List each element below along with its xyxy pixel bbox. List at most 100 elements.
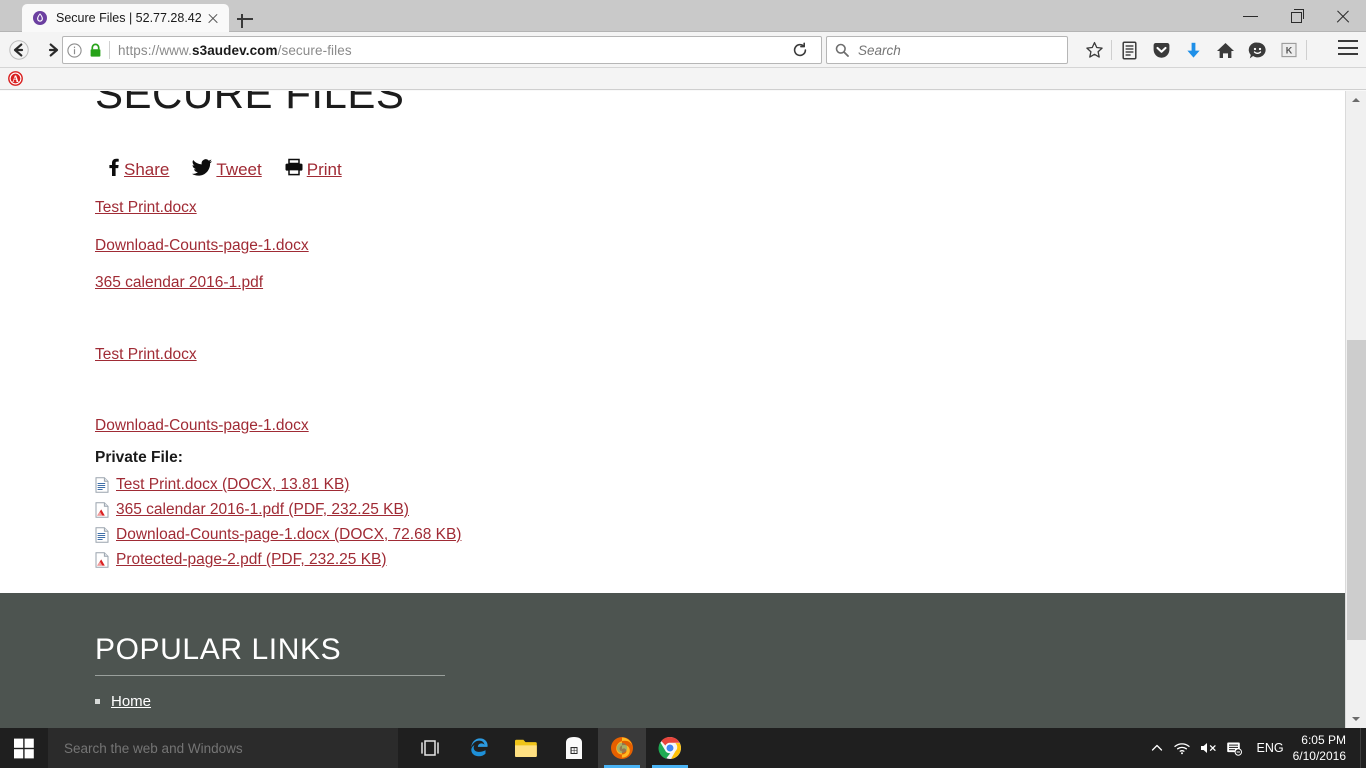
page-title: SECURE FILES <box>95 91 405 117</box>
list-item[interactable]: 365 calendar 2016-1.pdf (PDF, 232.25 KB) <box>95 498 1345 523</box>
url-domain: s3audev.com <box>191 42 278 58</box>
home-icon[interactable] <box>1209 35 1241 65</box>
firefox-browser-window: Secure Files | 52.77.28.42 https://www.s… <box>0 0 1366 728</box>
vertical-scrollbar[interactable] <box>1345 91 1366 728</box>
footer-heading: POPULAR LINKS <box>95 633 342 666</box>
k-extension-icon[interactable]: K <box>1273 35 1305 65</box>
scrollbar-thumb[interactable] <box>1347 340 1366 640</box>
private-file-link[interactable]: 365 calendar 2016-1.pdf (PDF, 232.25 KB) <box>116 501 409 519</box>
window-controls <box>1228 0 1366 32</box>
bookmarks-toolbar: A <box>0 68 1366 90</box>
wifi-icon[interactable] <box>1170 728 1196 768</box>
file-link[interactable]: Test Print.docx <box>95 200 197 216</box>
volume-muted-icon[interactable] <box>1196 728 1222 768</box>
navigation-bar: https://www.s3audev.com/secure-files Sea… <box>0 32 1366 68</box>
url-scheme: https://www. <box>118 42 192 58</box>
file-link[interactable]: Test Print.docx <box>95 346 197 363</box>
share-twitter[interactable]: Tweet <box>191 157 262 182</box>
restore-icon[interactable] <box>1274 0 1320 32</box>
list-item[interactable]: Test Print.docx (DOCX, 13.81 KB) <box>95 473 1345 498</box>
share-row: Share Tweet Print <box>95 157 1345 182</box>
private-file-heading: Private File: <box>95 448 183 466</box>
page-info-icon[interactable] <box>63 42 85 58</box>
system-tray: ENG 6:05 PM 6/10/2016 <box>1144 728 1366 768</box>
page-content: SECURE FILES Share Tweet Print Test Prin… <box>0 91 1345 573</box>
taskbar-app-list <box>406 728 694 768</box>
toolbar-buttons: K <box>1078 35 1308 65</box>
lock-icon[interactable] <box>85 43 105 58</box>
url-text: https://www.s3audev.com/secure-files <box>118 43 352 58</box>
windows-taskbar: ENG 6:05 PM 6/10/2016 <box>0 728 1366 768</box>
list-item[interactable]: Download-Counts-page-1.docx (DOCX, 72.68… <box>95 523 1345 548</box>
show-hidden-icons-chevron[interactable] <box>1144 728 1170 768</box>
smiley-icon[interactable] <box>1241 35 1273 65</box>
download-arrow-icon[interactable] <box>1177 35 1209 65</box>
footer-link-home[interactable]: Home <box>111 693 151 710</box>
file-link[interactable]: 365 calendar 2016-1.pdf <box>95 275 263 291</box>
footer-divider <box>95 675 445 676</box>
scroll-up-arrow-icon[interactable] <box>1346 91 1366 109</box>
share-facebook[interactable]: Share <box>105 157 169 182</box>
search-input[interactable] <box>858 42 1048 58</box>
share-print[interactable]: Print <box>284 158 342 181</box>
reader-list-icon[interactable] <box>1113 35 1145 65</box>
docx-file-icon <box>95 477 109 493</box>
clock-date: 6/10/2016 <box>1292 749 1346 763</box>
reload-icon[interactable] <box>786 36 814 64</box>
edge-icon[interactable] <box>454 728 502 768</box>
back-arrow-icon[interactable] <box>4 35 34 65</box>
alert-bookmark-icon[interactable]: A <box>4 69 27 89</box>
taskbar-search-box[interactable] <box>48 728 398 768</box>
list-item[interactable]: Home <box>95 693 151 710</box>
droplet-icon <box>32 10 48 26</box>
twitter-icon <box>191 157 213 182</box>
file-link[interactable]: Download-Counts-page-1.docx <box>95 418 309 434</box>
toolbar-divider <box>1111 40 1112 60</box>
bullet-icon <box>95 699 100 704</box>
browser-tab[interactable]: Secure Files | 52.77.28.42 <box>22 4 229 32</box>
share-link[interactable]: Share <box>124 160 169 180</box>
printer-icon <box>284 158 304 181</box>
pdf-file-icon <box>95 552 109 568</box>
tab-strip: Secure Files | 52.77.28.42 <box>0 0 1366 32</box>
facebook-icon <box>105 157 121 182</box>
list-item[interactable]: Protected-page-2.pdf (PDF, 232.25 KB) <box>95 548 1345 573</box>
pdf-file-icon <box>95 502 109 518</box>
new-tab-button[interactable] <box>234 8 256 30</box>
windows-start-icon[interactable] <box>0 728 48 768</box>
star-icon[interactable] <box>1078 35 1110 65</box>
svg-text:K: K <box>1286 46 1293 56</box>
tweet-link[interactable]: Tweet <box>216 160 261 180</box>
search-icon <box>835 43 855 57</box>
taskbar-search-input[interactable] <box>64 740 384 756</box>
close-icon[interactable] <box>203 8 223 28</box>
minimize-icon[interactable] <box>1228 0 1274 32</box>
svg-text:A: A <box>12 74 19 84</box>
url-bar[interactable]: https://www.s3audev.com/secure-files <box>62 36 822 64</box>
clock[interactable]: 6:05 PM 6/10/2016 <box>1293 732 1360 764</box>
hamburger-menu-icon[interactable] <box>1338 40 1358 56</box>
scroll-down-arrow-icon[interactable] <box>1346 710 1366 728</box>
page-viewport: SECURE FILES Share Tweet Print Test Prin… <box>0 91 1345 728</box>
pocket-icon[interactable] <box>1145 35 1177 65</box>
url-path: /secure-files <box>277 42 352 58</box>
show-desktop-button[interactable] <box>1360 728 1366 768</box>
print-link[interactable]: Print <box>307 160 342 180</box>
search-bar[interactable] <box>826 36 1068 64</box>
clock-time: 6:05 PM <box>1301 732 1346 747</box>
file-link[interactable]: Download-Counts-page-1.docx <box>95 237 309 254</box>
private-file-link[interactable]: Protected-page-2.pdf (PDF, 232.25 KB) <box>116 551 387 569</box>
task-view-icon[interactable] <box>406 728 454 768</box>
chrome-icon[interactable] <box>646 728 694 768</box>
private-file-list: Test Print.docx (DOCX, 13.81 KB) 365 cal… <box>95 473 1345 573</box>
store-icon[interactable] <box>550 728 598 768</box>
close-icon[interactable] <box>1320 0 1366 32</box>
private-file-link[interactable]: Test Print.docx (DOCX, 13.81 KB) <box>116 476 349 494</box>
language-indicator[interactable]: ENG <box>1248 741 1293 755</box>
url-divider <box>109 41 110 59</box>
tab-title: Secure Files | 52.77.28.42 <box>56 11 202 25</box>
firefox-icon[interactable] <box>598 728 646 768</box>
private-file-link[interactable]: Download-Counts-page-1.docx (DOCX, 72.68… <box>116 526 461 544</box>
file-explorer-icon[interactable] <box>502 728 550 768</box>
action-center-icon[interactable] <box>1222 728 1248 768</box>
